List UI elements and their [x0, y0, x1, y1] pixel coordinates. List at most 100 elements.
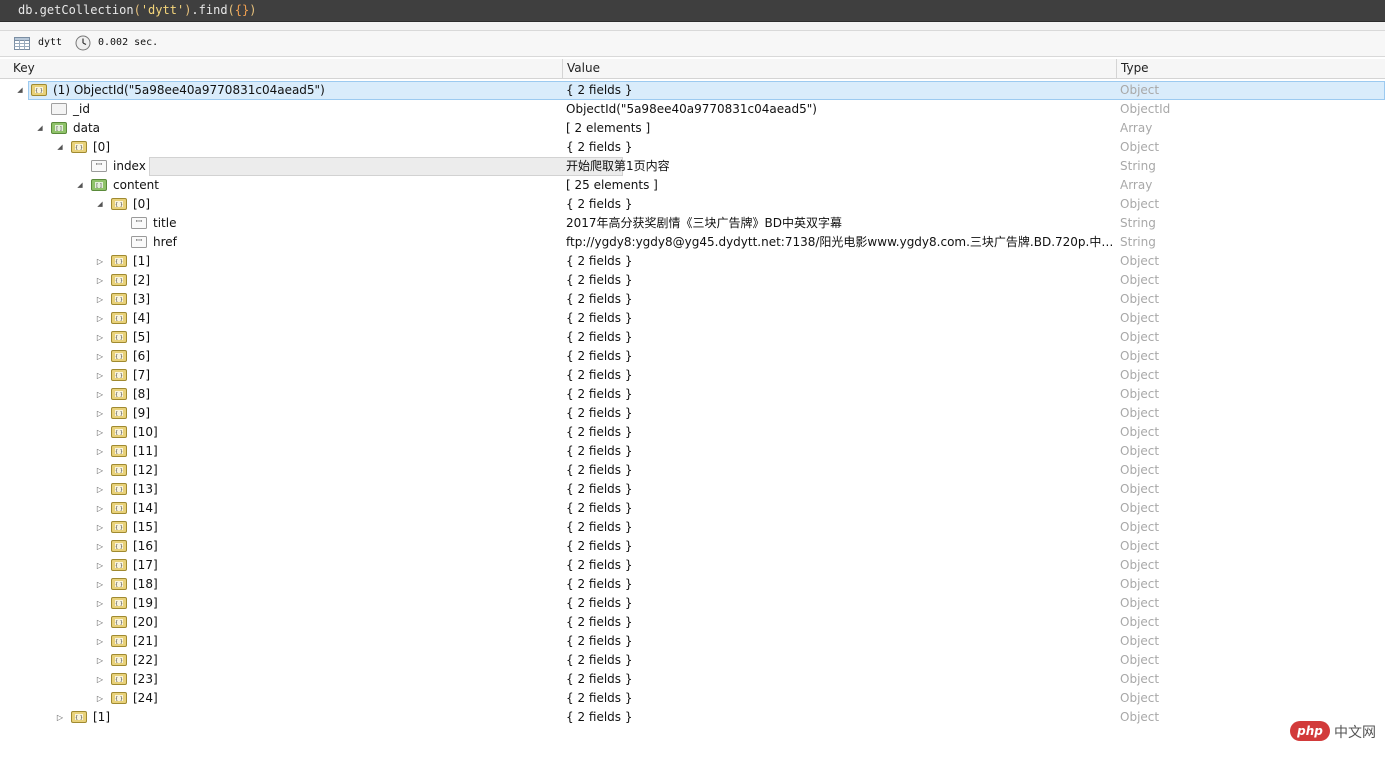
expand-arrow-icon[interactable]: ▷	[95, 252, 105, 271]
tree-row[interactable]: ▷ { } [2] { 2 fields } Object	[0, 271, 1385, 290]
tree-row[interactable]: ▷ { } [9] { 2 fields } Object	[0, 404, 1385, 423]
tree-row[interactable]: ▷ { } [11] { 2 fields } Object	[0, 442, 1385, 461]
expand-arrow-icon[interactable]: ▷	[95, 271, 105, 290]
object-type-icon: { }	[111, 692, 127, 704]
tree-row[interactable]: ▷ { } [15] { 2 fields } Object	[0, 518, 1385, 537]
expand-arrow-icon[interactable]: ▷	[95, 309, 105, 328]
expand-arrow-icon[interactable]: ▷	[95, 670, 105, 689]
tree-row[interactable]: ▷ { } [22] { 2 fields } Object	[0, 651, 1385, 670]
svg-text:{ }: { }	[115, 468, 123, 474]
expand-arrow-icon[interactable]: ▷	[95, 423, 105, 442]
expand-arrow-icon[interactable]: ▷	[95, 613, 105, 632]
object-type-icon: { }	[31, 84, 47, 96]
expand-arrow-icon[interactable]: ▷	[95, 556, 105, 575]
expand-arrow-icon[interactable]: ▷	[95, 385, 105, 404]
tree-row[interactable]: ▷ { } [20] { 2 fields } Object	[0, 613, 1385, 632]
row-value: ftp://ygdy8:ygdy8@yg45.dydytt.net:7138/阳…	[566, 235, 1114, 249]
tree-row[interactable]: "" title 2017年高分获奖剧情《三块广告牌》BD中英双字幕 String	[0, 214, 1385, 233]
expand-arrow-icon[interactable]: ▷	[95, 632, 105, 651]
row-type: Object	[1120, 254, 1160, 268]
collapse-arrow-icon[interactable]: ◢	[35, 119, 45, 138]
row-value: { 2 fields }	[566, 539, 633, 553]
expand-arrow-icon[interactable]: ▷	[95, 442, 105, 461]
tree-row[interactable]: ▷ { } [24] { 2 fields } Object	[0, 689, 1385, 708]
column-header-value[interactable]: Value	[563, 59, 1117, 78]
row-value: { 2 fields }	[566, 368, 633, 382]
tree-row[interactable]: ▷ { } [4] { 2 fields } Object	[0, 309, 1385, 328]
tree-row[interactable]: ◢ [ ] content [ 25 elements ] Array	[0, 176, 1385, 195]
row-value: { 2 fields }	[566, 520, 633, 534]
svg-text:{ }: { }	[115, 449, 123, 455]
tree-row[interactable]: ◢ { } [0] { 2 fields } Object	[0, 138, 1385, 157]
expand-arrow-icon[interactable]: ▷	[95, 404, 105, 423]
row-value: { 2 fields }	[566, 140, 633, 154]
expand-arrow-icon[interactable]: ▷	[95, 366, 105, 385]
expand-arrow-icon[interactable]: ▷	[95, 499, 105, 518]
expand-arrow-icon[interactable]: ▷	[55, 708, 65, 727]
tree-row[interactable]: ▷ { } [18] { 2 fields } Object	[0, 575, 1385, 594]
expand-arrow-icon[interactable]: ▷	[95, 480, 105, 499]
result-info-bar: dytt 0.002 sec.	[0, 30, 1385, 57]
expand-arrow-icon[interactable]: ▷	[95, 689, 105, 708]
collapse-arrow-icon[interactable]: ◢	[95, 195, 105, 214]
row-key: [17]	[133, 558, 158, 572]
tree-row[interactable]: ▷ { } [16] { 2 fields } Object	[0, 537, 1385, 556]
tree-row[interactable]: ▷ { } [6] { 2 fields } Object	[0, 347, 1385, 366]
row-key: data	[73, 121, 101, 135]
tree-row[interactable]: ▷ { } [19] { 2 fields } Object	[0, 594, 1385, 613]
collapse-arrow-icon[interactable]: ◢	[75, 176, 85, 195]
expand-arrow-icon[interactable]: ▷	[95, 290, 105, 309]
tree-row[interactable]: ▷ { } [8] { 2 fields } Object	[0, 385, 1385, 404]
svg-text:{ }: { }	[115, 677, 123, 683]
string-type-icon: ""	[131, 217, 147, 229]
tree-row[interactable]: ▷ { } [7] { 2 fields } Object	[0, 366, 1385, 385]
expand-arrow-icon[interactable]: ▷	[95, 347, 105, 366]
expand-arrow-icon[interactable]: ▷	[95, 328, 105, 347]
row-key: [1]	[93, 710, 110, 724]
row-key: [21]	[133, 634, 158, 648]
tree-row[interactable]: ▷ { } [1] { 2 fields } Object	[0, 708, 1385, 727]
row-value: [ 2 elements ]	[566, 121, 651, 135]
collapse-arrow-icon[interactable]: ◢	[55, 138, 65, 157]
object-type-icon: { }	[71, 141, 87, 153]
tree-row[interactable]: ◢ [ ] data [ 2 elements ] Array	[0, 119, 1385, 138]
expand-arrow-icon[interactable]: ▷	[95, 651, 105, 670]
tree-row[interactable]: ▷ { } [5] { 2 fields } Object	[0, 328, 1385, 347]
tree-row[interactable]: ▷ { } [14] { 2 fields } Object	[0, 499, 1385, 518]
tree-row[interactable]: "" href ftp://ygdy8:ygdy8@yg45.dydytt.net:…	[0, 233, 1385, 252]
expand-arrow-icon[interactable]: ▷	[95, 461, 105, 480]
svg-text:{ }: { }	[115, 335, 123, 341]
tree-row[interactable]: ▷ { } [21] { 2 fields } Object	[0, 632, 1385, 651]
tree-row[interactable]: ▷ { } [23] { 2 fields } Object	[0, 670, 1385, 689]
svg-text:{ }: { }	[115, 392, 123, 398]
expand-arrow-icon[interactable]: ▷	[95, 575, 105, 594]
row-type: Object	[1120, 83, 1160, 97]
tree-row[interactable]: ▷ { } [10] { 2 fields } Object	[0, 423, 1385, 442]
expand-arrow-icon[interactable]: ▷	[95, 537, 105, 556]
svg-text:{ }: { }	[115, 620, 123, 626]
tree-row[interactable]: ◢ { } [0] { 2 fields } Object	[0, 195, 1385, 214]
column-header-key[interactable]: Key	[9, 59, 563, 78]
tree-row[interactable]: ▷ { } [3] { 2 fields } Object	[0, 290, 1385, 309]
object-type-icon: { }	[111, 502, 127, 514]
tree-row[interactable]: ◢ { } (1) ObjectId("5a98ee40a9770831c04aea…	[0, 81, 1385, 100]
collapse-arrow-icon[interactable]: ◢	[15, 81, 25, 100]
tree-row[interactable]: ▷ { } [12] { 2 fields } Object	[0, 461, 1385, 480]
column-header-type[interactable]: Type	[1117, 59, 1385, 78]
tree-row[interactable]: ▷ { } [1] { 2 fields } Object	[0, 252, 1385, 271]
tree-row[interactable]: ▷ { } [17] { 2 fields } Object	[0, 556, 1385, 575]
row-type: Object	[1120, 672, 1160, 686]
row-value: { 2 fields }	[566, 425, 633, 439]
tree-row[interactable]: ▷ { } [13] { 2 fields } Object	[0, 480, 1385, 499]
row-key: [7]	[133, 368, 150, 382]
query-editor[interactable]: db.getCollection('dytt').find({})	[0, 0, 1385, 22]
row-value: { 2 fields }	[566, 710, 633, 724]
svg-text:{ }: { }	[75, 145, 83, 151]
row-type: Object	[1120, 349, 1160, 363]
svg-text:{ }: { }	[115, 316, 123, 322]
expand-arrow-icon[interactable]: ▷	[95, 518, 105, 537]
expand-arrow-icon[interactable]: ▷	[95, 594, 105, 613]
tree-row[interactable]: "" index 开始爬取第1页内容 String	[0, 157, 1385, 176]
row-type: Array	[1120, 178, 1153, 192]
tree-row[interactable]: _id ObjectId("5a98ee40a9770831c04aead5") O…	[0, 100, 1385, 119]
